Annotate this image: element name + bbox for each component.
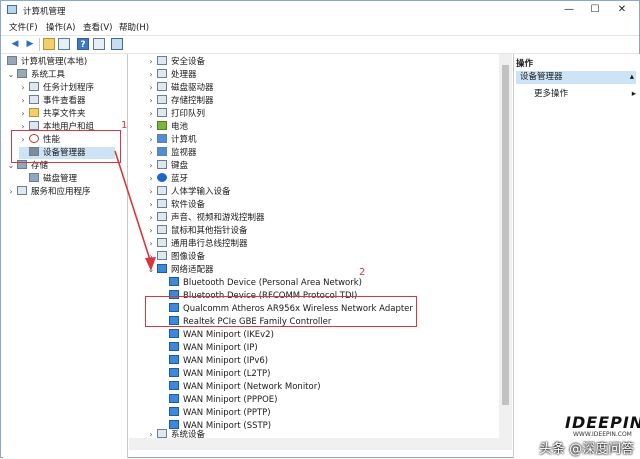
annotation-arrow xyxy=(114,150,156,271)
annotation-arrow-head xyxy=(145,257,156,271)
watermark-brand: IDEEPIN xyxy=(565,413,640,432)
watermark-url: WWW.IDEEPIN.COM xyxy=(573,431,632,438)
watermark-text: 头条 @深度问答 xyxy=(539,442,635,457)
watermark: IDEEPIN WWW.IDEEPIN.COM 头条 @深度问答 xyxy=(537,413,640,457)
computer-management-window: 计算机管理 — ☐ ✕ 文件(F) 操作(A) 查看(V) 帮助(H) ◀ ▶ … xyxy=(0,0,640,458)
annotation-arrow-line xyxy=(114,150,152,264)
